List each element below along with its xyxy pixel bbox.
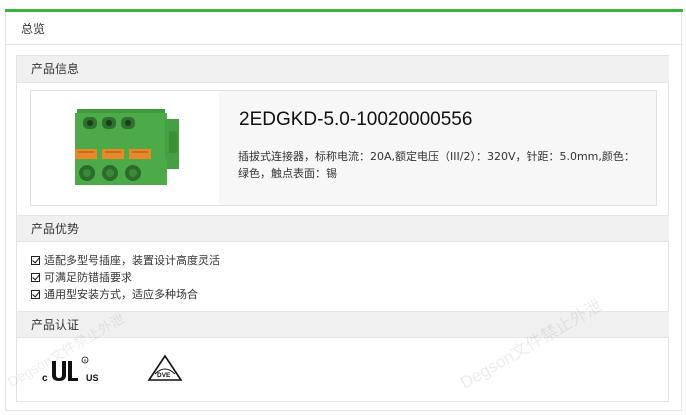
section-header-info: 产品信息 bbox=[17, 56, 669, 83]
product-name: 2EDGKD-5.0-10020000556 bbox=[239, 109, 473, 130]
section-header-advantages: 产品优势 bbox=[17, 215, 669, 242]
advantage-text: 可满足防错插要求 bbox=[44, 271, 132, 284]
checkbox-icon bbox=[31, 289, 40, 299]
product-info-cell: 2EDGKD-5.0-10020000556 插拔式连接器，标称电流：20A,额… bbox=[219, 91, 656, 205]
connector-product-image bbox=[75, 109, 179, 185]
product-summary-box: 2EDGKD-5.0-10020000556 插拔式连接器，标称电流：20A,额… bbox=[30, 90, 657, 206]
svg-text:DVE: DVE bbox=[157, 372, 171, 379]
product-image-cell bbox=[31, 91, 220, 205]
product-description: 插拔式连接器，标称电流：20A,额定电压（III/2）：320V，针距：5.0m… bbox=[238, 150, 635, 180]
advantage-item: 可满足防错插要求 bbox=[31, 269, 132, 285]
checkbox-icon bbox=[31, 255, 40, 265]
advantage-item: 通用型安装方式，适应多种场合 bbox=[31, 286, 198, 302]
header-divider bbox=[5, 44, 683, 45]
svg-text:R: R bbox=[84, 358, 87, 363]
vde-icon: DVE bbox=[147, 354, 183, 381]
advantage-text: 适配多型号插座，装置设计高度灵活 bbox=[44, 254, 220, 267]
advantage-item: 适配多型号插座，装置设计高度灵活 bbox=[31, 252, 220, 268]
advantage-text: 通用型安装方式，适应多种场合 bbox=[44, 288, 198, 301]
tab-overview[interactable]: 总览 bbox=[21, 20, 45, 37]
svg-text:US: US bbox=[86, 373, 99, 383]
checkbox-icon bbox=[31, 272, 40, 282]
